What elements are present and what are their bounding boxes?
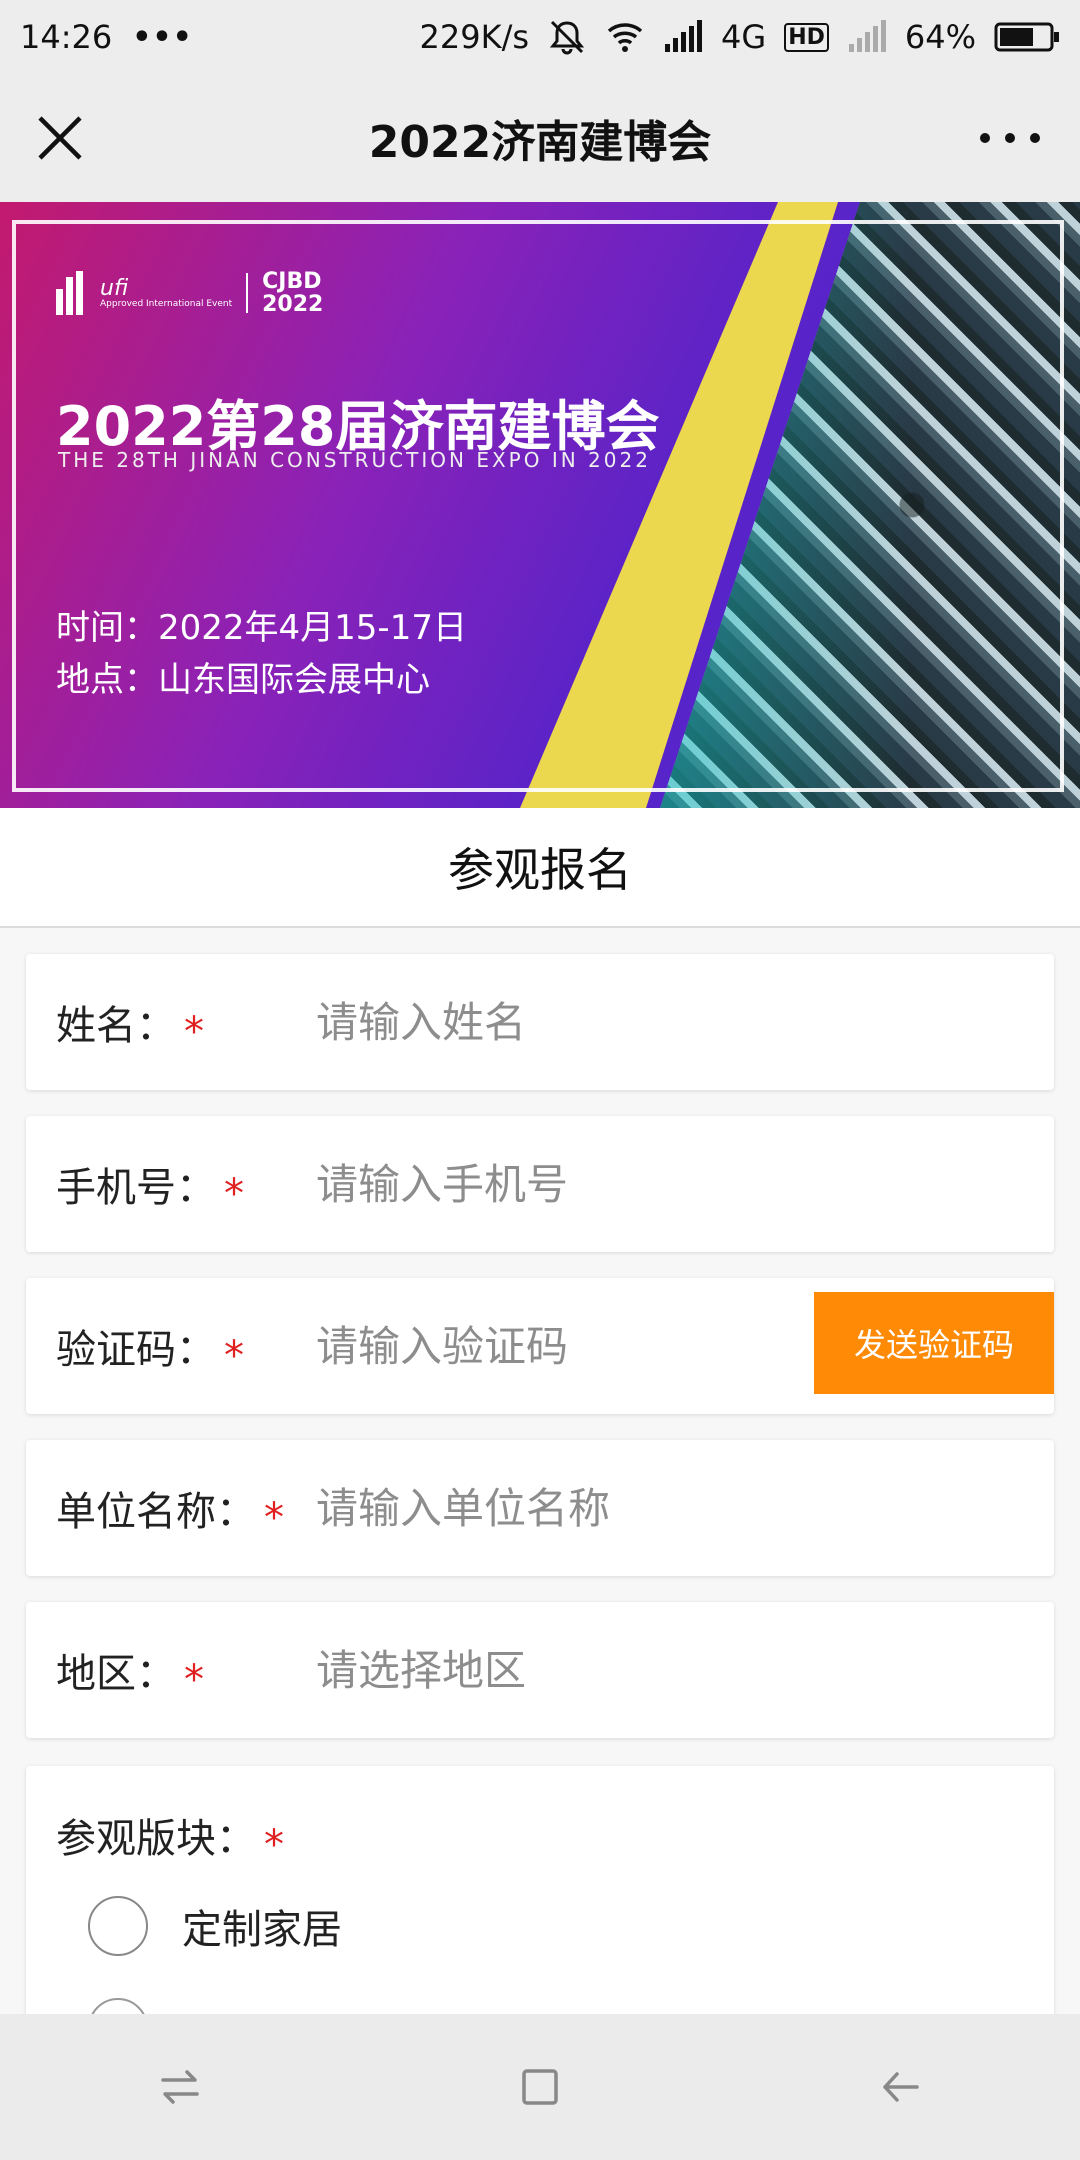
phone-field: 手机号： * <box>26 1116 1054 1252</box>
banner-time: 时间：2022年4月15-17日 <box>56 608 467 648</box>
radio-circle-icon[interactable] <box>88 1896 148 1956</box>
region-select[interactable] <box>316 1632 796 1708</box>
status-dots: ••• <box>132 19 193 55</box>
required-mark: * <box>224 1171 244 1217</box>
code-input[interactable] <box>316 1308 756 1384</box>
banner-place: 地点：山东国际会展中心 <box>56 660 430 700</box>
phone-input[interactable] <box>316 1146 796 1222</box>
switch-apps-icon[interactable] <box>140 2047 220 2127</box>
home-square-icon[interactable] <box>500 2047 580 2127</box>
net-speed: 229K/s <box>419 18 530 56</box>
banner-subtitle: THE 28TH JINAN CONSTRUCTION EXPO IN 2022 <box>58 448 651 472</box>
visit-section-label: 参观版块： * <box>56 1816 284 1868</box>
name-input[interactable] <box>316 984 796 1060</box>
more-icon[interactable] <box>980 118 1040 158</box>
close-icon[interactable] <box>32 110 88 166</box>
company-label: 单位名称： * <box>56 1489 284 1541</box>
expo-banner: ufi Approved International Event CJBD 20… <box>0 202 1080 808</box>
radio-label: 定制家居 <box>182 1907 342 1953</box>
page: 14:26 ••• 229K/s 4G HD 64% 2022济南建博会 ufi… <box>0 0 1080 2160</box>
system-nav-bar <box>0 2014 1080 2160</box>
banner-info: 时间：2022年4月15-17日 地点：山东国际会展中心 <box>56 602 467 706</box>
code-label: 验证码： * <box>56 1327 244 1379</box>
region-label: 地区： * <box>56 1651 204 1703</box>
nav-bar: 2022济南建博会 <box>0 74 1080 202</box>
status-time: 14:26 <box>20 18 113 56</box>
company-field: 单位名称： * <box>26 1440 1054 1576</box>
page-title: 2022济南建博会 <box>368 117 712 168</box>
required-mark: * <box>264 1822 284 1868</box>
ufi-logo: ufi Approved International Event <box>100 275 233 309</box>
required-mark: * <box>184 1657 204 1703</box>
battery-percent: 64% <box>904 18 976 56</box>
cjbd-logo: CJBD 2022 <box>262 269 324 318</box>
name-label: 姓名： * <box>56 1003 204 1055</box>
building-logo-icon <box>56 271 86 316</box>
region-field[interactable]: 地区： * <box>26 1602 1054 1738</box>
name-field: 姓名： * <box>26 954 1054 1090</box>
send-code-button[interactable]: 发送验证码 <box>814 1292 1054 1394</box>
network-type: 4G <box>721 18 767 56</box>
expo-logo: ufi Approved International Event CJBD 20… <box>56 270 323 316</box>
radio-option-custom-furniture[interactable]: 定制家居 <box>88 1896 342 1956</box>
required-mark: * <box>224 1333 244 1379</box>
wifi-icon <box>605 17 645 57</box>
signal-icon <box>663 20 703 54</box>
status-bar: 14:26 ••• 229K/s 4G HD 64% <box>0 0 1080 74</box>
phone-label: 手机号： * <box>56 1165 244 1217</box>
signal-weak-icon <box>847 20 887 54</box>
mute-bell-icon <box>547 17 587 57</box>
code-field: 验证码：* 发送验证码 <box>26 1278 1054 1414</box>
back-arrow-icon[interactable] <box>860 2047 940 2127</box>
required-mark: * <box>184 1009 204 1055</box>
company-input[interactable] <box>316 1470 796 1546</box>
registration-form: 姓名：* 手机号：* 验证码：* 发送验证码 单位名称：* 地区：* <box>0 928 1080 2066</box>
battery-icon <box>994 21 1060 53</box>
section-title: 参观报名 <box>0 808 1080 928</box>
hd-badge: HD <box>784 22 829 52</box>
required-mark: * <box>264 1495 284 1541</box>
